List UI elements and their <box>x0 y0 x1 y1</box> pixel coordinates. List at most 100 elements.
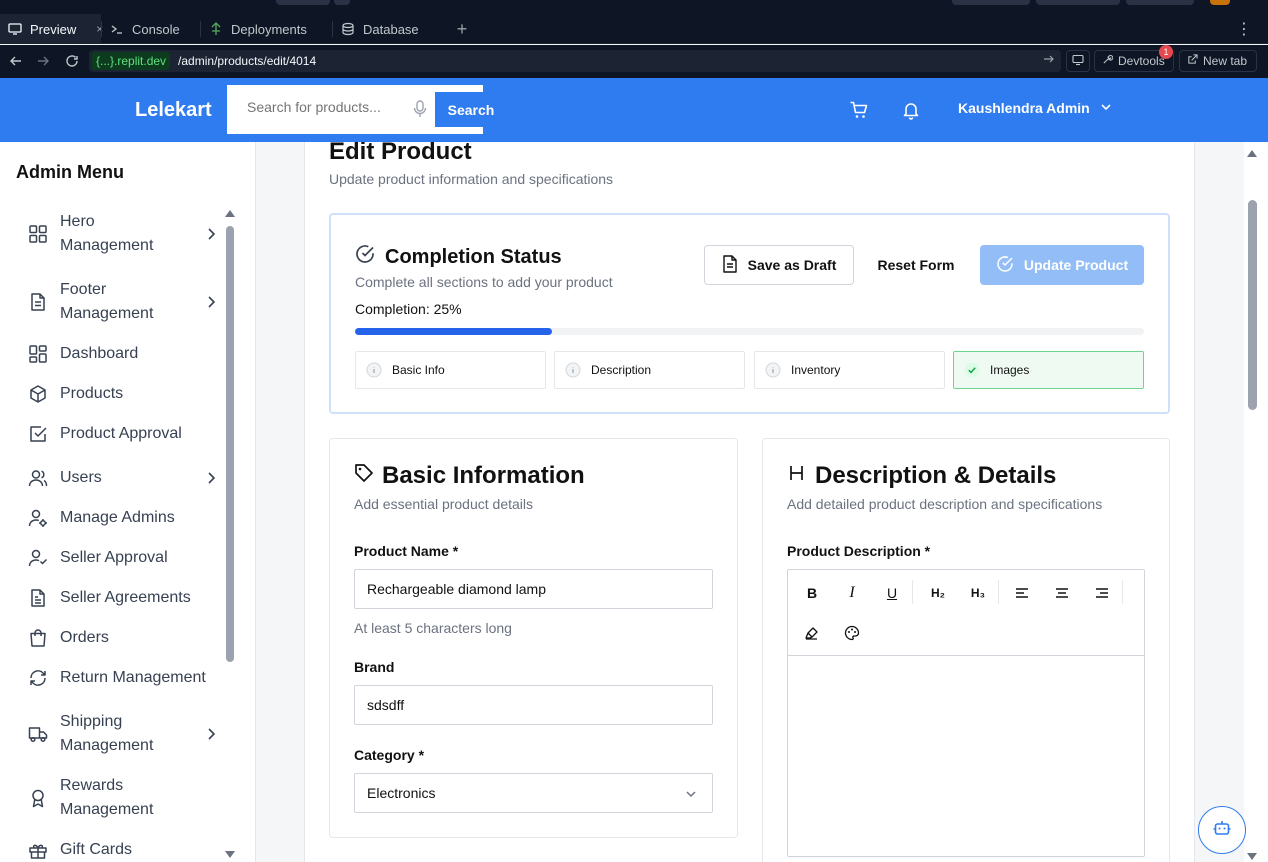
cart-icon[interactable] <box>849 100 869 120</box>
palette-icon[interactable] <box>842 623 862 643</box>
sidebar-title: Admin Menu <box>16 162 124 182</box>
completion-status-title: Completion Status <box>385 245 562 268</box>
sidebar-item-gift-cards[interactable]: Gift Cards <box>28 838 218 862</box>
editor-toolbar: B I U H₂ H₃ <box>788 570 1144 656</box>
sidebar-item-manage-admins[interactable]: Manage Admins <box>28 506 218 530</box>
save-as-draft-button[interactable]: Save as Draft <box>704 245 854 285</box>
ide-top-strip <box>0 0 1268 14</box>
site-logo[interactable]: Lelekart <box>135 99 212 122</box>
new-tab-plus-icon[interactable]: + <box>452 14 472 44</box>
preview-url-bar: {...}.replit.dev /admin/products/edit/40… <box>0 45 1268 78</box>
back-arrow-icon[interactable] <box>6 51 26 71</box>
top-action-pill[interactable] <box>952 0 1030 5</box>
step-label: Images <box>990 363 1030 377</box>
tab-preview[interactable]: Preview × <box>0 14 103 44</box>
description-details-subtitle: Add detailed product description and spe… <box>787 496 1103 512</box>
page-title: Edit Product <box>329 142 472 165</box>
category-label: Category * <box>354 747 425 763</box>
sidebar-item-rewards-management[interactable]: Rewards Management <box>28 774 218 822</box>
heading-2-button[interactable]: H₂ <box>926 583 950 603</box>
microphone-icon[interactable] <box>413 100 427 118</box>
product-name-label: Product Name * <box>354 543 459 559</box>
brand-label: Brand <box>354 659 395 675</box>
align-right-icon[interactable] <box>1092 583 1112 603</box>
reload-icon[interactable] <box>62 51 82 71</box>
sidebar-item-users[interactable]: Users <box>28 466 218 490</box>
description-details-title: Description & Details <box>815 462 1057 489</box>
update-product-button[interactable]: Update Product <box>980 245 1144 285</box>
tab-database[interactable]: Database <box>333 14 443 44</box>
chevron-right-icon <box>204 471 218 485</box>
page-scrollbar[interactable] <box>1244 142 1268 862</box>
url-host: {...}.replit.dev <box>92 52 171 70</box>
italic-button[interactable]: I <box>842 583 862 603</box>
new-tab-label: New tab <box>1203 54 1248 68</box>
heading-3-button[interactable]: H₃ <box>966 583 990 603</box>
info-icon <box>565 362 581 378</box>
more-vertical-icon[interactable]: ⋮ <box>1236 14 1252 44</box>
user-menu[interactable]: Kaushlendra Admin <box>958 100 1112 116</box>
go-arrow-icon[interactable] <box>1043 53 1055 68</box>
workspace-pill-small[interactable] <box>334 0 350 5</box>
page-scroll-thumb[interactable] <box>1248 200 1257 410</box>
completion-status-heading: Completion Status <box>355 244 562 270</box>
sidebar-item-seller-agreements[interactable]: Seller Agreements <box>28 586 218 610</box>
align-center-icon[interactable] <box>1052 583 1072 603</box>
sidebar-item-shipping-management[interactable]: Shipping Management <box>28 710 218 758</box>
search-input[interactable] <box>247 99 407 115</box>
brand-input[interactable] <box>354 685 713 725</box>
step-label: Basic Info <box>392 363 445 377</box>
search-button[interactable]: Search <box>435 92 507 127</box>
bold-button[interactable]: B <box>802 583 822 603</box>
sidebar-item-product-approval[interactable]: Product Approval <box>28 422 218 446</box>
info-icon <box>765 362 781 378</box>
refresh-icon <box>28 668 48 688</box>
chatbot-button[interactable] <box>1198 806 1246 854</box>
description-details-heading: Description & Details <box>787 462 1056 490</box>
deploy-icon <box>209 22 223 36</box>
sidebar-item-dashboard[interactable]: Dashboard <box>28 342 218 366</box>
underline-button[interactable]: U <box>882 583 902 603</box>
step-basic-info[interactable]: Basic Info <box>355 351 546 389</box>
category-select[interactable]: Electronics <box>354 773 713 813</box>
top-action-pill[interactable] <box>1036 0 1120 5</box>
sidebar-scroll-thumb[interactable] <box>226 226 234 662</box>
devtools-button[interactable]: Devtools 1 <box>1094 45 1174 72</box>
sidebar-item-seller-approval[interactable]: Seller Approval <box>28 546 218 570</box>
check-circle-icon <box>355 244 375 270</box>
sidebar-item-label: Product Approval <box>60 425 182 442</box>
device-preview-button[interactable] <box>1066 50 1090 72</box>
toolbar-separator <box>912 580 913 604</box>
sidebar-item-return-management[interactable]: Return Management <box>28 666 228 690</box>
url-field[interactable]: {...}.replit.dev /admin/products/edit/40… <box>89 50 1061 72</box>
sidebar-item-footer-management[interactable]: Footer Management <box>28 278 218 326</box>
terminal-icon <box>110 22 124 36</box>
step-images[interactable]: Images <box>953 351 1144 389</box>
reset-form-button[interactable]: Reset Form <box>871 245 961 285</box>
sidebar-item-label: Orders <box>60 629 109 646</box>
workspace-pill[interactable] <box>276 0 330 5</box>
heading-icon <box>787 462 807 490</box>
align-left-icon[interactable] <box>1012 583 1032 603</box>
step-inventory[interactable]: Inventory <box>754 351 945 389</box>
tag-icon <box>354 462 374 490</box>
step-description[interactable]: Description <box>554 351 745 389</box>
sidebar-item-orders[interactable]: Orders <box>28 626 218 650</box>
product-name-input[interactable] <box>354 569 713 609</box>
completion-status-card: Completion Status Complete all sections … <box>329 213 1170 414</box>
check-square-icon <box>28 424 48 444</box>
sidebar-item-hero-management[interactable]: Hero Management <box>28 210 218 258</box>
tab-deployments[interactable]: Deployments <box>201 14 332 44</box>
top-action-pill[interactable] <box>1126 0 1194 5</box>
site-header: Lelekart Search Kaushlendra Admin <box>0 78 1268 142</box>
page-subtitle: Update product information and specifica… <box>329 171 614 187</box>
forward-arrow-icon[interactable] <box>33 51 53 71</box>
sidebar-item-label: Seller Agreements <box>60 589 191 606</box>
tab-console[interactable]: Console <box>102 14 200 44</box>
open-new-tab-button[interactable]: New tab <box>1179 50 1257 72</box>
editor-content-area[interactable] <box>788 657 1144 856</box>
highlighter-icon[interactable] <box>802 623 822 643</box>
bell-icon[interactable] <box>901 100 921 120</box>
top-avatar[interactable] <box>1210 0 1230 5</box>
sidebar-item-products[interactable]: Products <box>28 382 218 406</box>
